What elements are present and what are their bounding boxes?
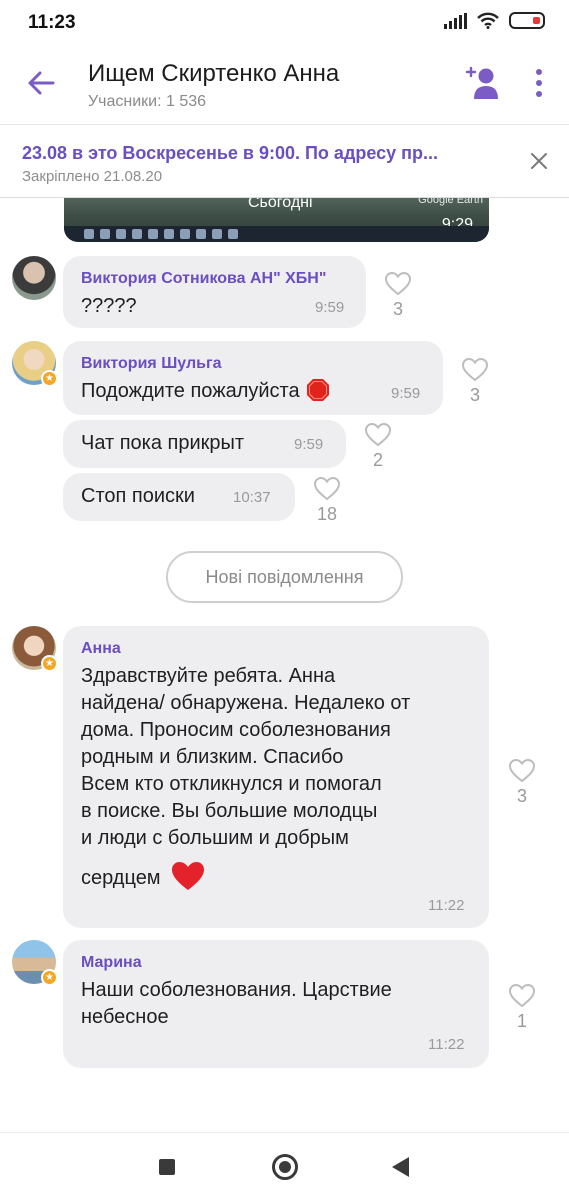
like-count: 1 (516, 1011, 527, 1031)
heart-icon (509, 759, 535, 783)
message-text-content: Подождите пожалуйста (81, 380, 300, 402)
like-count: 3 (392, 299, 403, 319)
message-bubble[interactable]: Стоп поиски 10:37 (63, 473, 295, 521)
dot-icon (536, 91, 542, 97)
message-line-last: сердцем (81, 861, 410, 892)
image-taskbar (64, 226, 489, 242)
heart-icon (314, 477, 340, 501)
like-button[interactable]: 1 (505, 984, 539, 1032)
message-bubble[interactable]: Виктория Шульга Подождите пожалуйста 9:5… (63, 341, 443, 415)
like-button[interactable]: 3 (505, 759, 539, 807)
message-text: Стоп поиски (81, 485, 195, 507)
message-line: небесное (81, 1006, 169, 1028)
participants-count: Учасники: 1 536 (88, 93, 207, 110)
message-time: 9:59 (315, 299, 345, 316)
avatar[interactable]: ★ (12, 626, 58, 672)
like-button[interactable]: 3 (458, 358, 492, 406)
message-text: Чат пока прикрыт (81, 432, 245, 454)
message-line: Здравствуйте ребята. Анна (81, 665, 336, 687)
close-pinned-icon[interactable] (528, 150, 550, 172)
chat-header: Ищем Скиртенко Анна Учасники: 1 536 (0, 46, 569, 124)
arrow-left-icon (28, 71, 55, 95)
message-time: 11:22 (428, 897, 465, 914)
message-line: найдена/ обнаружена. Недалеко от (81, 692, 411, 714)
red-heart-emoji-icon (171, 862, 204, 890)
message-line: Всем кто откликнулся и помогал (81, 773, 382, 795)
battery-icon (509, 12, 545, 29)
message-line: родным и близким. Спасибо (81, 746, 344, 768)
message-time: 11:22 (428, 1036, 465, 1053)
chat-title[interactable]: Ищем Скиртенко Анна (88, 60, 339, 88)
message-text: Подождите пожалуйста (81, 378, 330, 405)
message-text: Здравствуйте ребята. Анна найдена/ обнар… (81, 663, 410, 892)
message-line: Наши соболезнования. Царствие (81, 979, 392, 1001)
message-text: ????? (81, 295, 137, 317)
add-user-icon (465, 66, 498, 99)
wifi-icon (477, 12, 499, 29)
more-options-button[interactable] (527, 66, 551, 100)
message-line: сердцем (81, 867, 161, 889)
like-count: 2 (372, 450, 383, 470)
message-bubble[interactable]: Виктория Сотникова АН" ХБН" ????? 9:59 (63, 256, 366, 328)
message-line: в поиске. Вы большие молодцы (81, 800, 378, 822)
stop-sign-emoji-icon (306, 379, 329, 401)
like-count: 18 (316, 504, 338, 524)
heart-icon (509, 984, 535, 1008)
message-line: и люди с большим и добрым (81, 827, 349, 849)
signal-icon (444, 12, 467, 29)
status-time: 11:23 (28, 12, 76, 33)
image-watermark: Google Earth (418, 198, 483, 206)
message-time: 9:59 (391, 385, 421, 402)
heart-icon (365, 423, 391, 447)
avatar[interactable]: ★ (12, 341, 58, 387)
message-bubble[interactable]: Анна Здравствуйте ребята. Анна найдена/ … (63, 626, 489, 928)
add-member-button[interactable] (464, 64, 500, 102)
status-icons (444, 12, 545, 29)
star-badge-icon: ★ (41, 655, 58, 672)
system-back-button[interactable] (392, 1157, 409, 1177)
heart-icon (385, 272, 411, 296)
dot-icon (536, 80, 542, 86)
heart-icon (462, 358, 488, 382)
home-button[interactable] (272, 1154, 298, 1180)
avatar[interactable] (12, 256, 56, 300)
message-line: дома. Проносим соболезнования (81, 719, 391, 741)
star-badge-icon: ★ (41, 969, 58, 986)
message-time: 9:59 (294, 436, 324, 453)
chat-area[interactable]: Сьогодні Google Earth 9:29 Виктория Сотн… (0, 198, 569, 1132)
message-text: Наши соболезнования. Царствие небесное (81, 977, 392, 1031)
image-overlay-text: Сьогодні (248, 198, 313, 211)
new-messages-divider[interactable]: Нові повідомлення (166, 551, 403, 603)
sender-name[interactable]: Анна (81, 640, 121, 658)
pinned-message-bar[interactable]: 23.08 в это Воскресенье в 9:00. По адрес… (0, 124, 569, 198)
message-bubble[interactable]: Марина Наши соболезнования. Царствие неб… (63, 940, 489, 1068)
dot-icon (536, 69, 542, 75)
message-bubble[interactable]: Чат пока прикрыт 9:59 (63, 420, 346, 468)
pinned-message-text[interactable]: 23.08 в это Воскресенье в 9:00. По адрес… (22, 143, 492, 164)
like-button[interactable]: 18 (310, 477, 344, 525)
recents-button[interactable] (159, 1159, 175, 1175)
like-button[interactable]: 2 (361, 423, 395, 471)
image-message[interactable]: Сьогодні Google Earth 9:29 (64, 198, 489, 242)
sender-name[interactable]: Виктория Сотникова АН" ХБН" (81, 270, 326, 288)
like-button[interactable]: 3 (381, 272, 415, 320)
star-badge-icon: ★ (41, 370, 58, 387)
status-bar: 11:23 (0, 0, 569, 46)
like-count: 3 (469, 385, 480, 405)
message-time: 10:37 (233, 489, 271, 506)
system-nav-bar (0, 1132, 569, 1200)
back-button[interactable] (24, 66, 58, 100)
like-count: 3 (516, 786, 527, 806)
sender-name[interactable]: Виктория Шульга (81, 355, 222, 373)
sender-name[interactable]: Марина (81, 954, 142, 972)
pinned-date: Закріплено 21.08.20 (22, 168, 163, 185)
avatar[interactable]: ★ (12, 940, 58, 986)
